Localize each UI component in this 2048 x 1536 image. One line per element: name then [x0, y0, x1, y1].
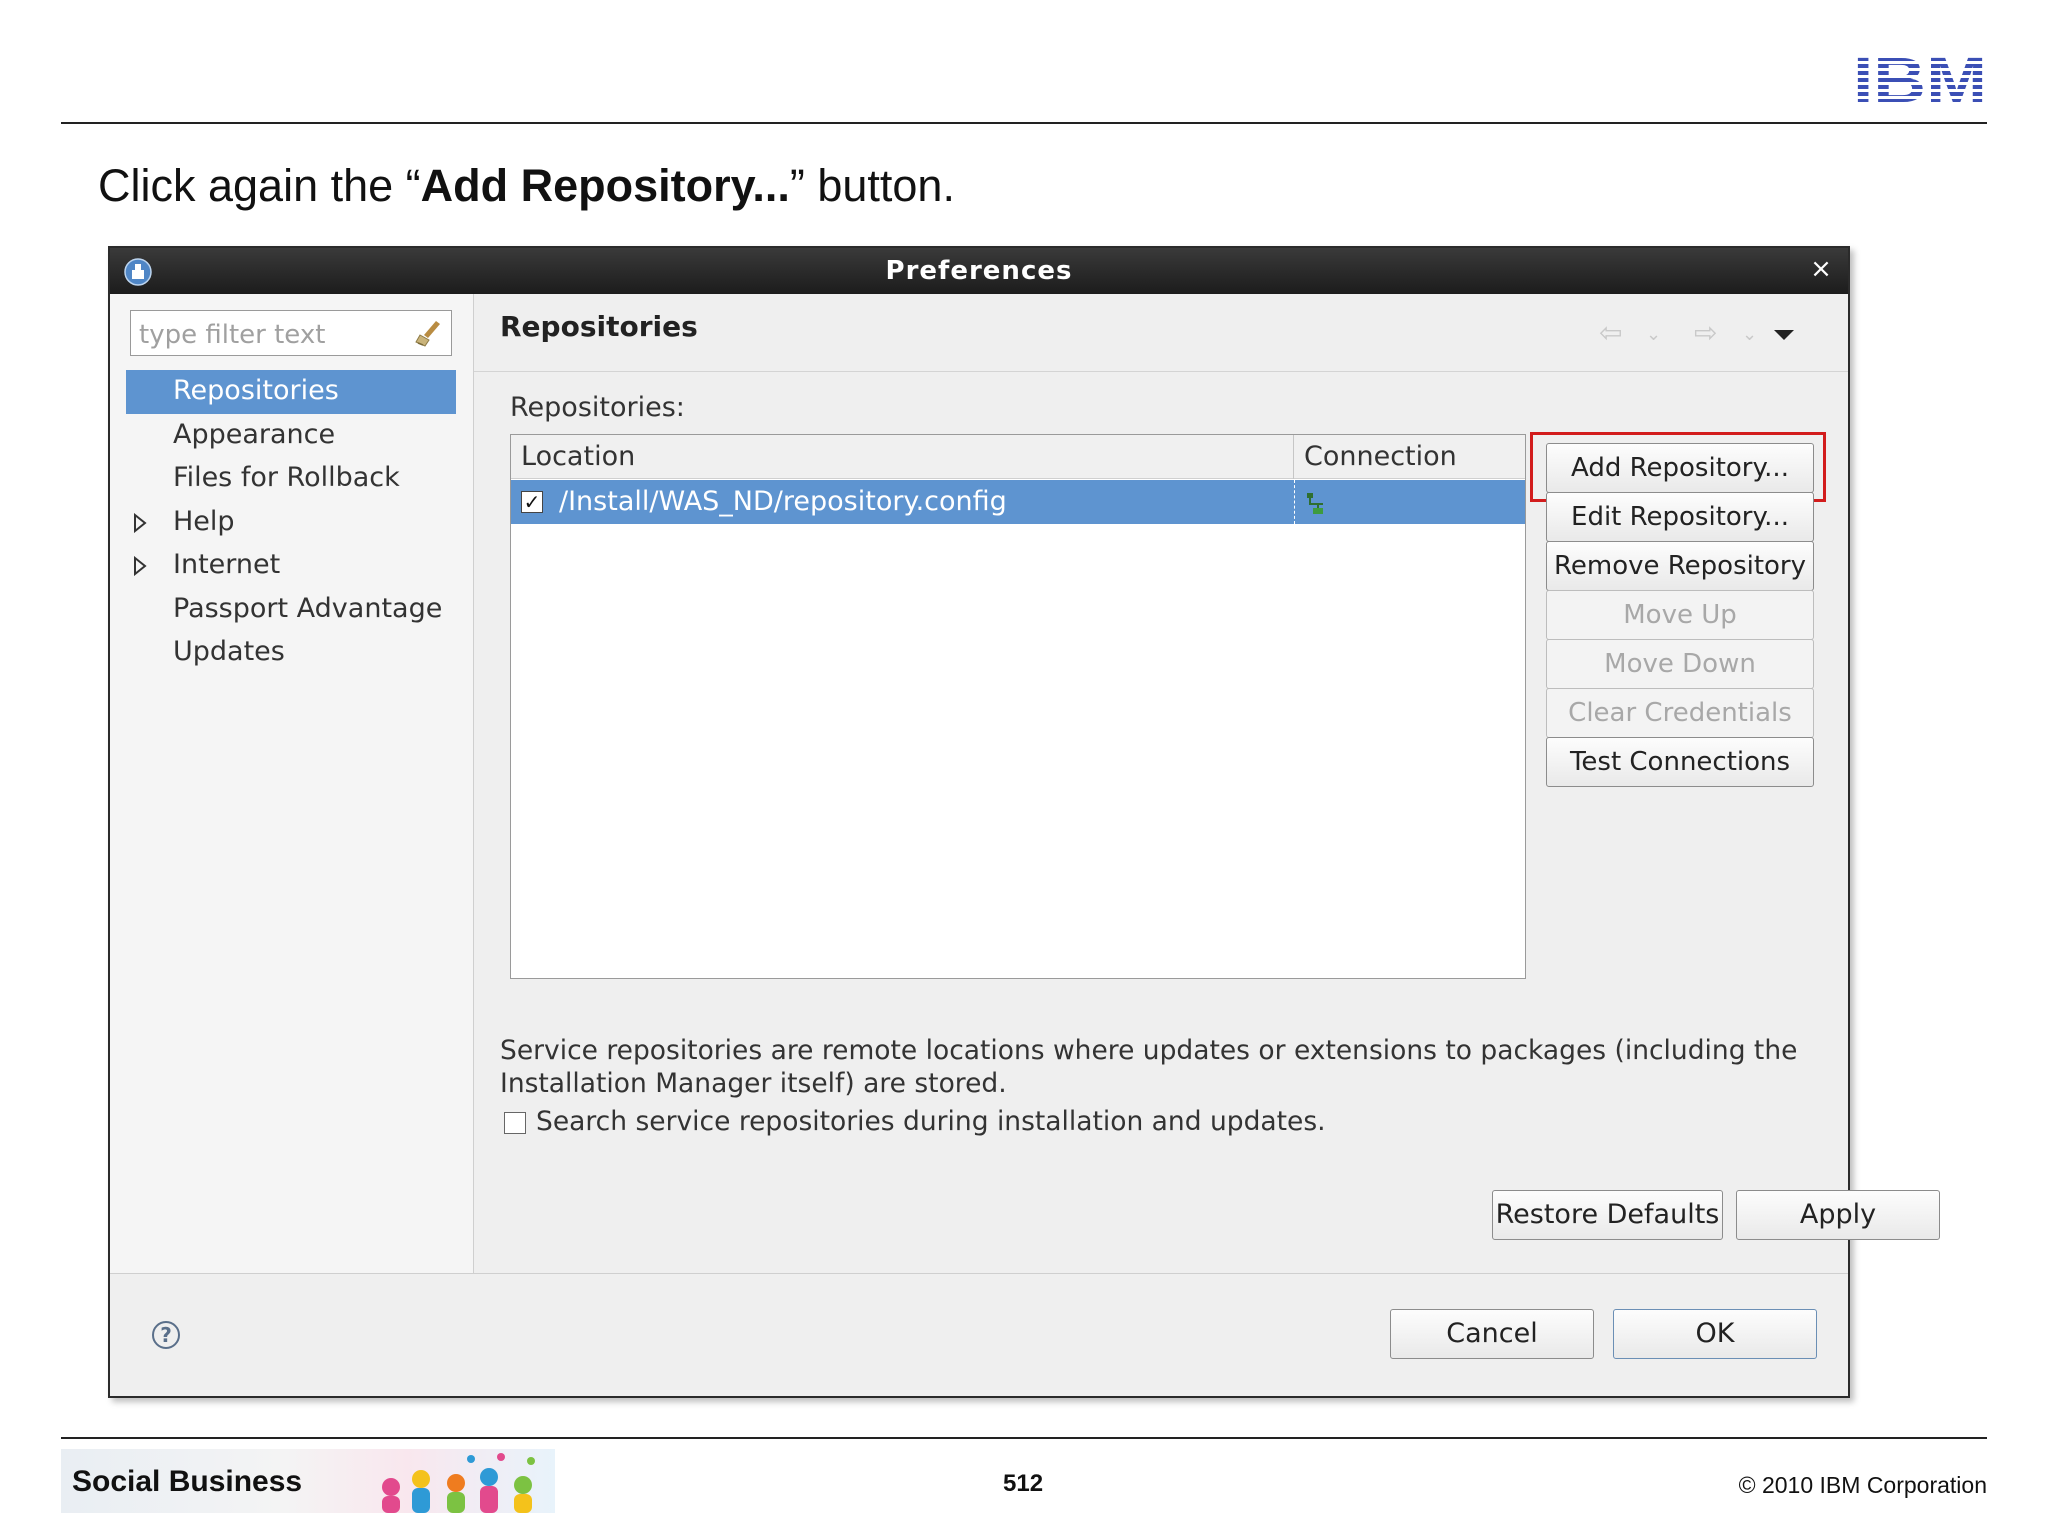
- clear-filter-icon[interactable]: [414, 318, 444, 348]
- sidebar-item-internet[interactable]: Internet: [126, 544, 456, 588]
- sidebar-item-label: Internet: [173, 549, 281, 580]
- search-service-repositories-checkbox[interactable]: [504, 1112, 526, 1134]
- dialog-title: Preferences: [885, 256, 1073, 286]
- forward-menu-chevron-icon[interactable]: ⌄: [1742, 324, 1757, 345]
- restore-defaults-button[interactable]: Restore Defaults: [1492, 1190, 1723, 1240]
- header-rule: [61, 122, 1987, 124]
- move-up-button[interactable]: Move Up: [1546, 590, 1814, 640]
- repositories-description: Service repositories are remote location…: [500, 1035, 1798, 1099]
- preferences-dialog: Preferences × Repositories Appearance File…: [108, 246, 1940, 1398]
- footer-brand: Social Business: [72, 1465, 303, 1498]
- header-separator: [474, 371, 1848, 372]
- sidebar-item-label: Passport Advantage: [173, 592, 443, 624]
- dialog-titlebar[interactable]: Preferences ×: [110, 248, 1848, 294]
- apply-button[interactable]: Apply: [1736, 1190, 1940, 1240]
- sidebar-item-files-for-rollback[interactable]: Files for Rollback: [126, 457, 456, 501]
- search-service-repositories-label[interactable]: Search service repositories during insta…: [536, 1106, 1326, 1137]
- table-row[interactable]: ✓ /Install/WAS_ND/repository.config: [511, 480, 1525, 524]
- instruction-prefix: Click again the “: [98, 160, 421, 211]
- sidebar-item-help[interactable]: Help: [126, 501, 456, 545]
- preferences-nav-pane: Repositories Appearance Files for Rollback…: [110, 294, 474, 1273]
- footer-separator: [110, 1273, 1848, 1274]
- filter-input[interactable]: [130, 310, 452, 356]
- table-header: Location Connection: [511, 435, 1525, 479]
- instruction-suffix: ” button.: [789, 160, 955, 211]
- repository-enabled-checkbox[interactable]: ✓: [521, 491, 543, 513]
- repository-location: /Install/WAS_ND/repository.config: [559, 486, 1007, 517]
- ok-button[interactable]: OK: [1613, 1309, 1817, 1359]
- column-header-location[interactable]: Location: [511, 435, 1294, 479]
- sidebar-item-appearance[interactable]: Appearance: [126, 414, 456, 458]
- preferences-tree: Repositories Appearance Files for Rollback…: [126, 370, 456, 675]
- help-icon[interactable]: ?: [152, 1321, 180, 1349]
- expand-arrow-icon[interactable]: [132, 556, 148, 576]
- sidebar-item-label: Repositories: [173, 375, 339, 406]
- sidebar-item-label: Appearance: [173, 418, 336, 450]
- sidebar-item-label: Files for Rollback: [173, 462, 400, 493]
- sidebar-item-label: Help: [173, 505, 235, 537]
- footer-rule: [61, 1437, 1987, 1439]
- back-menu-chevron-icon[interactable]: ⌄: [1646, 324, 1661, 345]
- expand-arrow-icon[interactable]: [132, 512, 148, 533]
- connection-ok-icon: [1307, 493, 1323, 514]
- forward-arrow-icon[interactable]: ⇨: [1694, 316, 1717, 349]
- view-menu-icon[interactable]: [1774, 330, 1794, 340]
- page-title: Repositories: [500, 310, 698, 343]
- ibm-logo: IBM: [1853, 50, 1987, 106]
- remove-repository-button[interactable]: Remove Repository: [1546, 541, 1814, 591]
- instruction-bold: Add Repository...: [420, 160, 790, 211]
- copyright: © 2010 IBM Corporation: [1738, 1472, 1987, 1498]
- sidebar-item-passport-advantage[interactable]: Passport Advantage: [126, 588, 456, 632]
- clear-credentials-button[interactable]: Clear Credentials: [1546, 688, 1814, 738]
- back-arrow-icon[interactable]: ⇦: [1599, 316, 1622, 349]
- svg-text:IBM: IBM: [1853, 50, 1987, 106]
- test-connections-button[interactable]: Test Connections: [1546, 737, 1814, 787]
- sidebar-item-updates[interactable]: Updates: [126, 631, 456, 675]
- sidebar-item-repositories[interactable]: Repositories: [126, 370, 456, 414]
- slide-instruction: Click again the “Add Repository...” butt…: [98, 160, 955, 212]
- repositories-page: Repositories ⇦ ⌄ ⇨ ⌄ Repositories: Locat…: [474, 294, 1940, 1273]
- repositories-table[interactable]: Location Connection ✓ /Install/WAS_ND/re…: [510, 434, 1526, 979]
- move-down-button[interactable]: Move Down: [1546, 639, 1814, 689]
- cancel-button[interactable]: Cancel: [1390, 1309, 1594, 1359]
- add-repository-button[interactable]: Add Repository...: [1546, 443, 1814, 493]
- close-icon[interactable]: ×: [1808, 256, 1834, 282]
- repositories-label: Repositories:: [510, 392, 685, 423]
- edit-repository-button[interactable]: Edit Repository...: [1546, 492, 1814, 542]
- column-divider: [1294, 480, 1295, 524]
- sidebar-item-label: Updates: [173, 636, 285, 667]
- column-header-connection[interactable]: Connection: [1294, 435, 1527, 479]
- page-number: 512: [1003, 1470, 1044, 1497]
